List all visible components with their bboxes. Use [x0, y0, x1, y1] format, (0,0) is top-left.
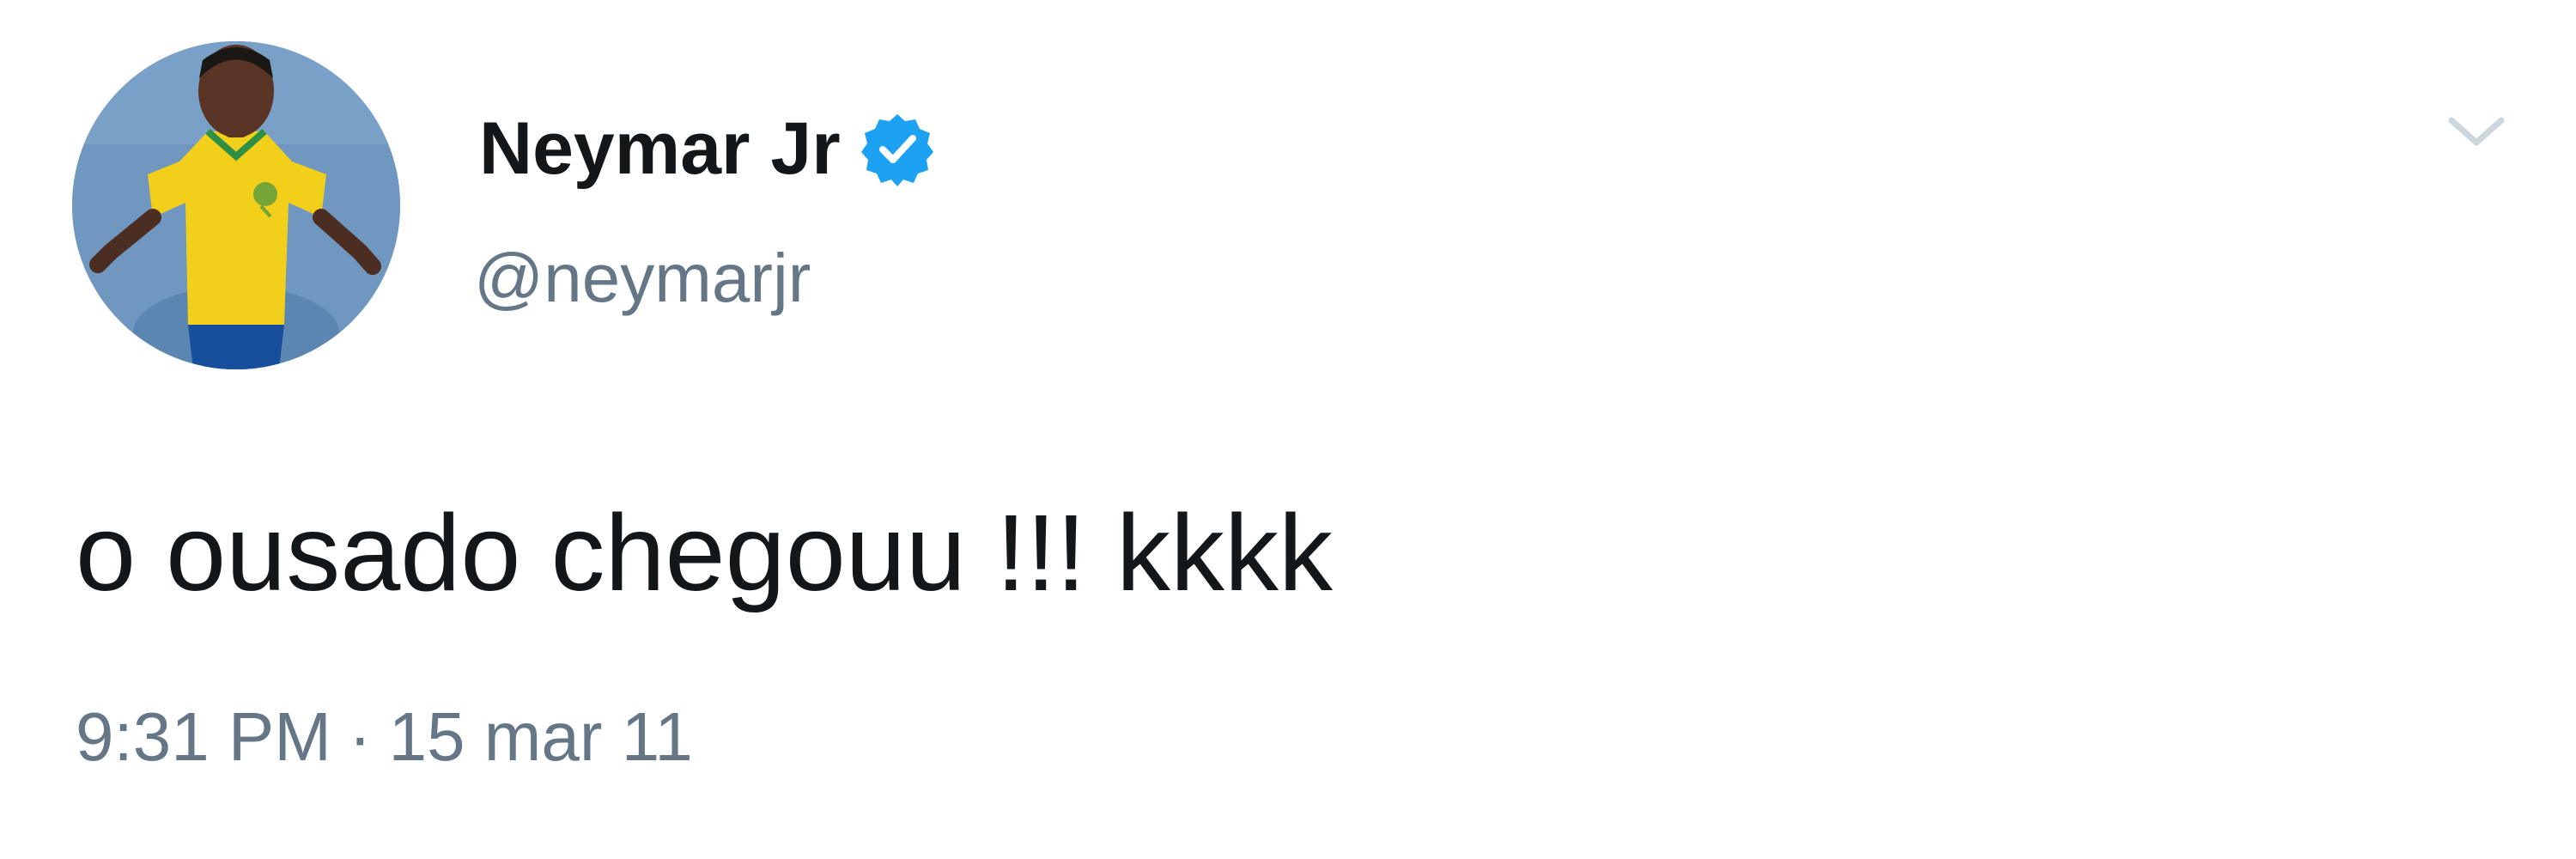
tweet-text: o ousado chegouu !!! kkkk — [76, 492, 1333, 613]
author-display-name[interactable]: Neymar Jr — [479, 112, 841, 186]
tweet-menu-button[interactable] — [2437, 101, 2516, 163]
tweet-card: Neymar Jr @neymarjr o ousado chegouu !!!… — [0, 0, 2576, 859]
tweet-time: 9:31 PM — [76, 698, 331, 775]
author-name-row: Neymar Jr — [479, 101, 935, 196]
avatar[interactable] — [72, 41, 400, 369]
chevron-down-icon — [2448, 117, 2505, 146]
verified-badge-icon — [860, 114, 933, 186]
timestamp-separator: · — [348, 698, 372, 775]
author-handle[interactable]: @neymarjr — [474, 244, 811, 313]
tweet-timestamp[interactable]: 9:31 PM · 15 mar 11 — [76, 703, 693, 771]
tweet-date: 15 mar 11 — [388, 698, 693, 775]
